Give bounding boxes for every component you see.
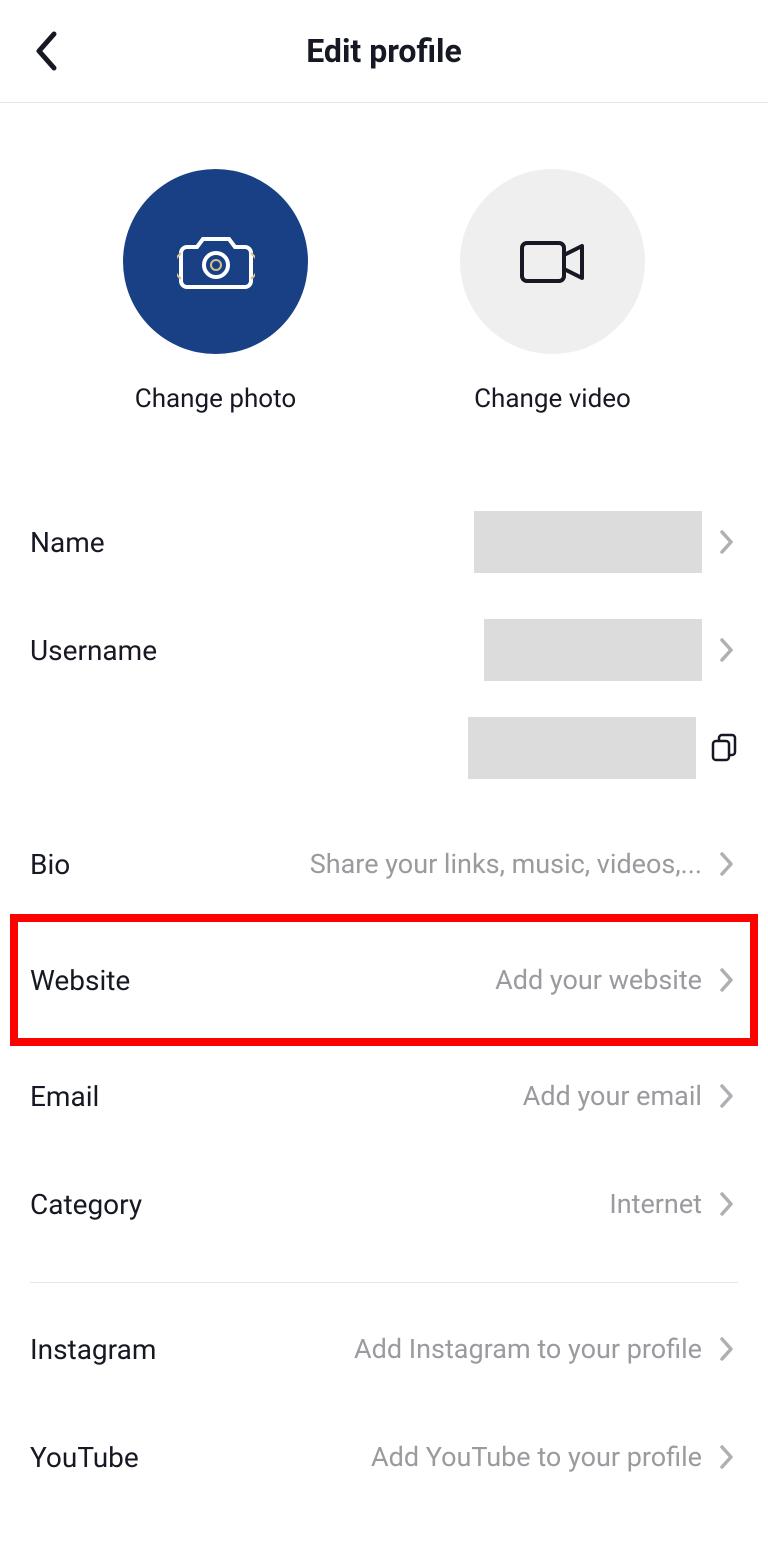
- change-photo-label: Change photo: [135, 384, 296, 414]
- copy-icon[interactable]: [710, 732, 738, 764]
- instagram-label: Instagram: [30, 1333, 156, 1366]
- username-value-redacted: [484, 619, 702, 681]
- name-row[interactable]: Name: [30, 488, 738, 596]
- username-label: Username: [30, 634, 157, 667]
- section-divider: [30, 1282, 738, 1283]
- photo-avatar: [123, 169, 308, 354]
- chevron-right-icon: [716, 635, 738, 665]
- youtube-label: YouTube: [30, 1441, 139, 1474]
- header: Edit profile: [0, 0, 768, 103]
- chevron-right-icon: [716, 527, 738, 557]
- category-label: Category: [30, 1188, 142, 1221]
- name-label: Name: [30, 526, 105, 559]
- media-section: Change photo Change video: [0, 103, 768, 454]
- instagram-placeholder: Add Instagram to your profile: [354, 1333, 702, 1365]
- website-row[interactable]: Website Add your website: [14, 918, 754, 1042]
- website-label: Website: [30, 964, 130, 997]
- category-value: Internet: [609, 1188, 702, 1220]
- chevron-right-icon: [716, 1081, 738, 1111]
- bio-label: Bio: [30, 848, 70, 881]
- video-avatar: [460, 169, 645, 354]
- chevron-right-icon: [716, 965, 738, 995]
- bio-placeholder: Share your links, music, videos,...: [310, 848, 702, 880]
- page-title: Edit profile: [306, 32, 462, 70]
- name-value-redacted: [474, 511, 702, 573]
- change-video-label: Change video: [474, 384, 631, 414]
- settings-list: Name Username: [0, 454, 768, 1511]
- profile-link-redacted: [468, 717, 696, 779]
- change-photo-button[interactable]: Change photo: [123, 169, 308, 414]
- username-row[interactable]: Username: [30, 596, 738, 704]
- back-button[interactable]: [22, 27, 70, 75]
- chevron-left-icon: [33, 30, 59, 72]
- bio-row[interactable]: Bio Share your links, music, videos,...: [30, 810, 738, 918]
- youtube-row[interactable]: YouTube Add YouTube to your profile: [30, 1403, 738, 1511]
- youtube-placeholder: Add YouTube to your profile: [371, 1441, 702, 1473]
- website-placeholder: Add your website: [495, 964, 702, 996]
- profile-link-row[interactable]: [30, 704, 738, 792]
- instagram-row[interactable]: Instagram Add Instagram to your profile: [30, 1295, 738, 1403]
- video-icon: [518, 237, 588, 287]
- change-video-button[interactable]: Change video: [460, 169, 645, 414]
- chevron-right-icon: [716, 1442, 738, 1472]
- email-label: Email: [30, 1080, 99, 1113]
- chevron-right-icon: [716, 849, 738, 879]
- email-row[interactable]: Email Add your email: [30, 1042, 738, 1150]
- category-row[interactable]: Category Internet: [30, 1150, 738, 1258]
- email-placeholder: Add your email: [523, 1080, 702, 1112]
- chevron-right-icon: [716, 1334, 738, 1364]
- camera-icon: [177, 233, 255, 291]
- chevron-right-icon: [716, 1189, 738, 1219]
